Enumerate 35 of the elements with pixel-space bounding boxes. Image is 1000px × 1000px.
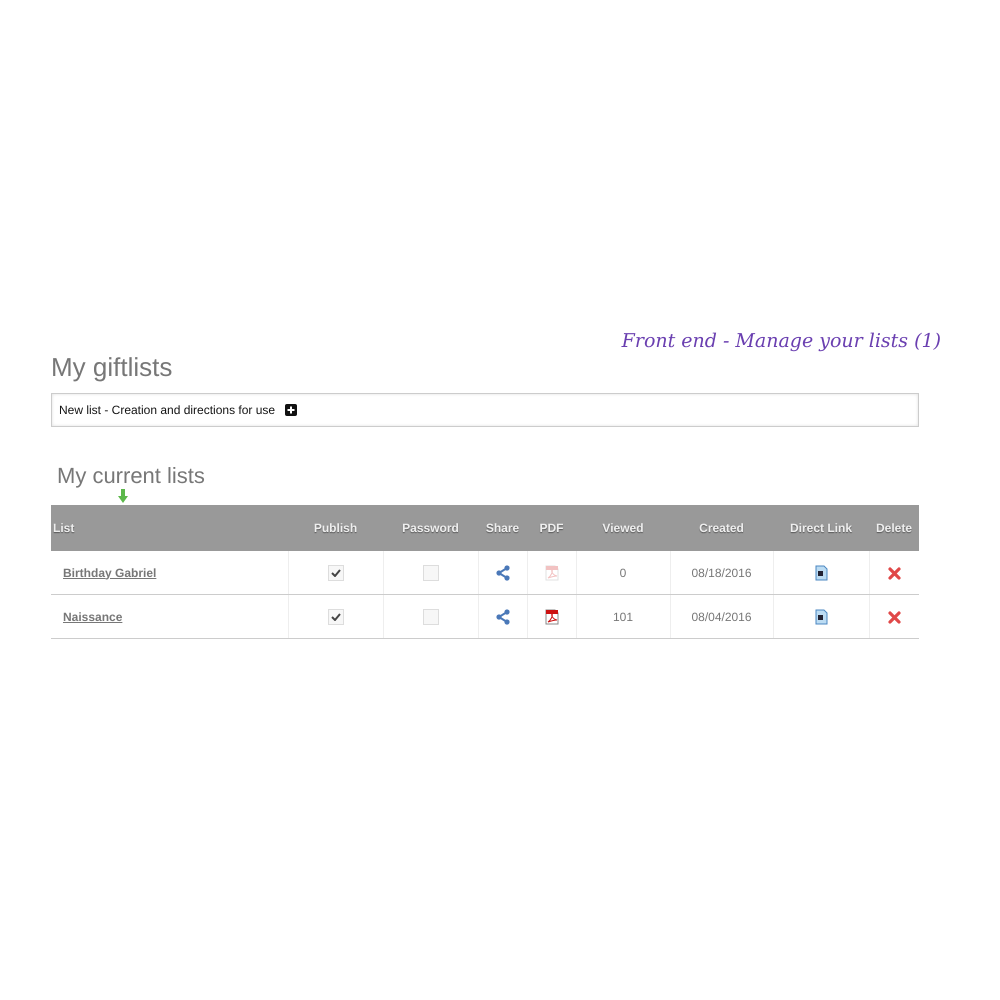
column-header: Viewed	[576, 505, 670, 551]
share-icon[interactable]	[496, 564, 510, 580]
link-document-icon[interactable]	[813, 564, 829, 580]
pdf-icon[interactable]	[544, 608, 560, 624]
column-header: Publish	[288, 505, 383, 551]
column-header: Share	[478, 505, 527, 551]
column-header: Created	[670, 505, 773, 551]
caption-text: Front end - Manage your lists (1)	[622, 330, 941, 352]
password-checkbox[interactable]	[422, 564, 438, 580]
column-header: PDF	[527, 505, 576, 551]
publish-checkbox[interactable]	[328, 608, 344, 624]
password-checkbox[interactable]	[422, 608, 438, 624]
column-header: Direct Link	[773, 505, 869, 551]
list-link[interactable]: Naissance	[63, 610, 122, 624]
check-icon	[330, 612, 340, 620]
publish-checkbox[interactable]	[328, 564, 344, 580]
down-arrow-icon	[118, 489, 128, 503]
section-title: My current lists	[57, 463, 206, 489]
new-list-label: New list - Creation and directions for use	[59, 403, 276, 417]
new-list-panel[interactable]: New list - Creation and directions for use	[51, 393, 919, 427]
column-header: Delete	[869, 505, 919, 551]
created-date: 08/18/2016	[670, 551, 773, 594]
check-icon	[330, 568, 340, 576]
plus-icon[interactable]	[285, 404, 298, 416]
column-header: List	[51, 505, 288, 551]
created-date: 08/04/2016	[670, 594, 773, 638]
column-header: Password	[383, 505, 478, 551]
viewed-count: 101	[576, 594, 670, 638]
link-document-icon[interactable]	[813, 608, 829, 624]
page-title: My giftlists	[51, 352, 174, 383]
list-link[interactable]: Birthday Gabriel	[63, 566, 156, 580]
viewed-count: 0	[576, 551, 670, 594]
share-icon[interactable]	[496, 608, 510, 624]
delete-icon[interactable]	[888, 566, 901, 580]
delete-icon[interactable]	[888, 610, 901, 624]
